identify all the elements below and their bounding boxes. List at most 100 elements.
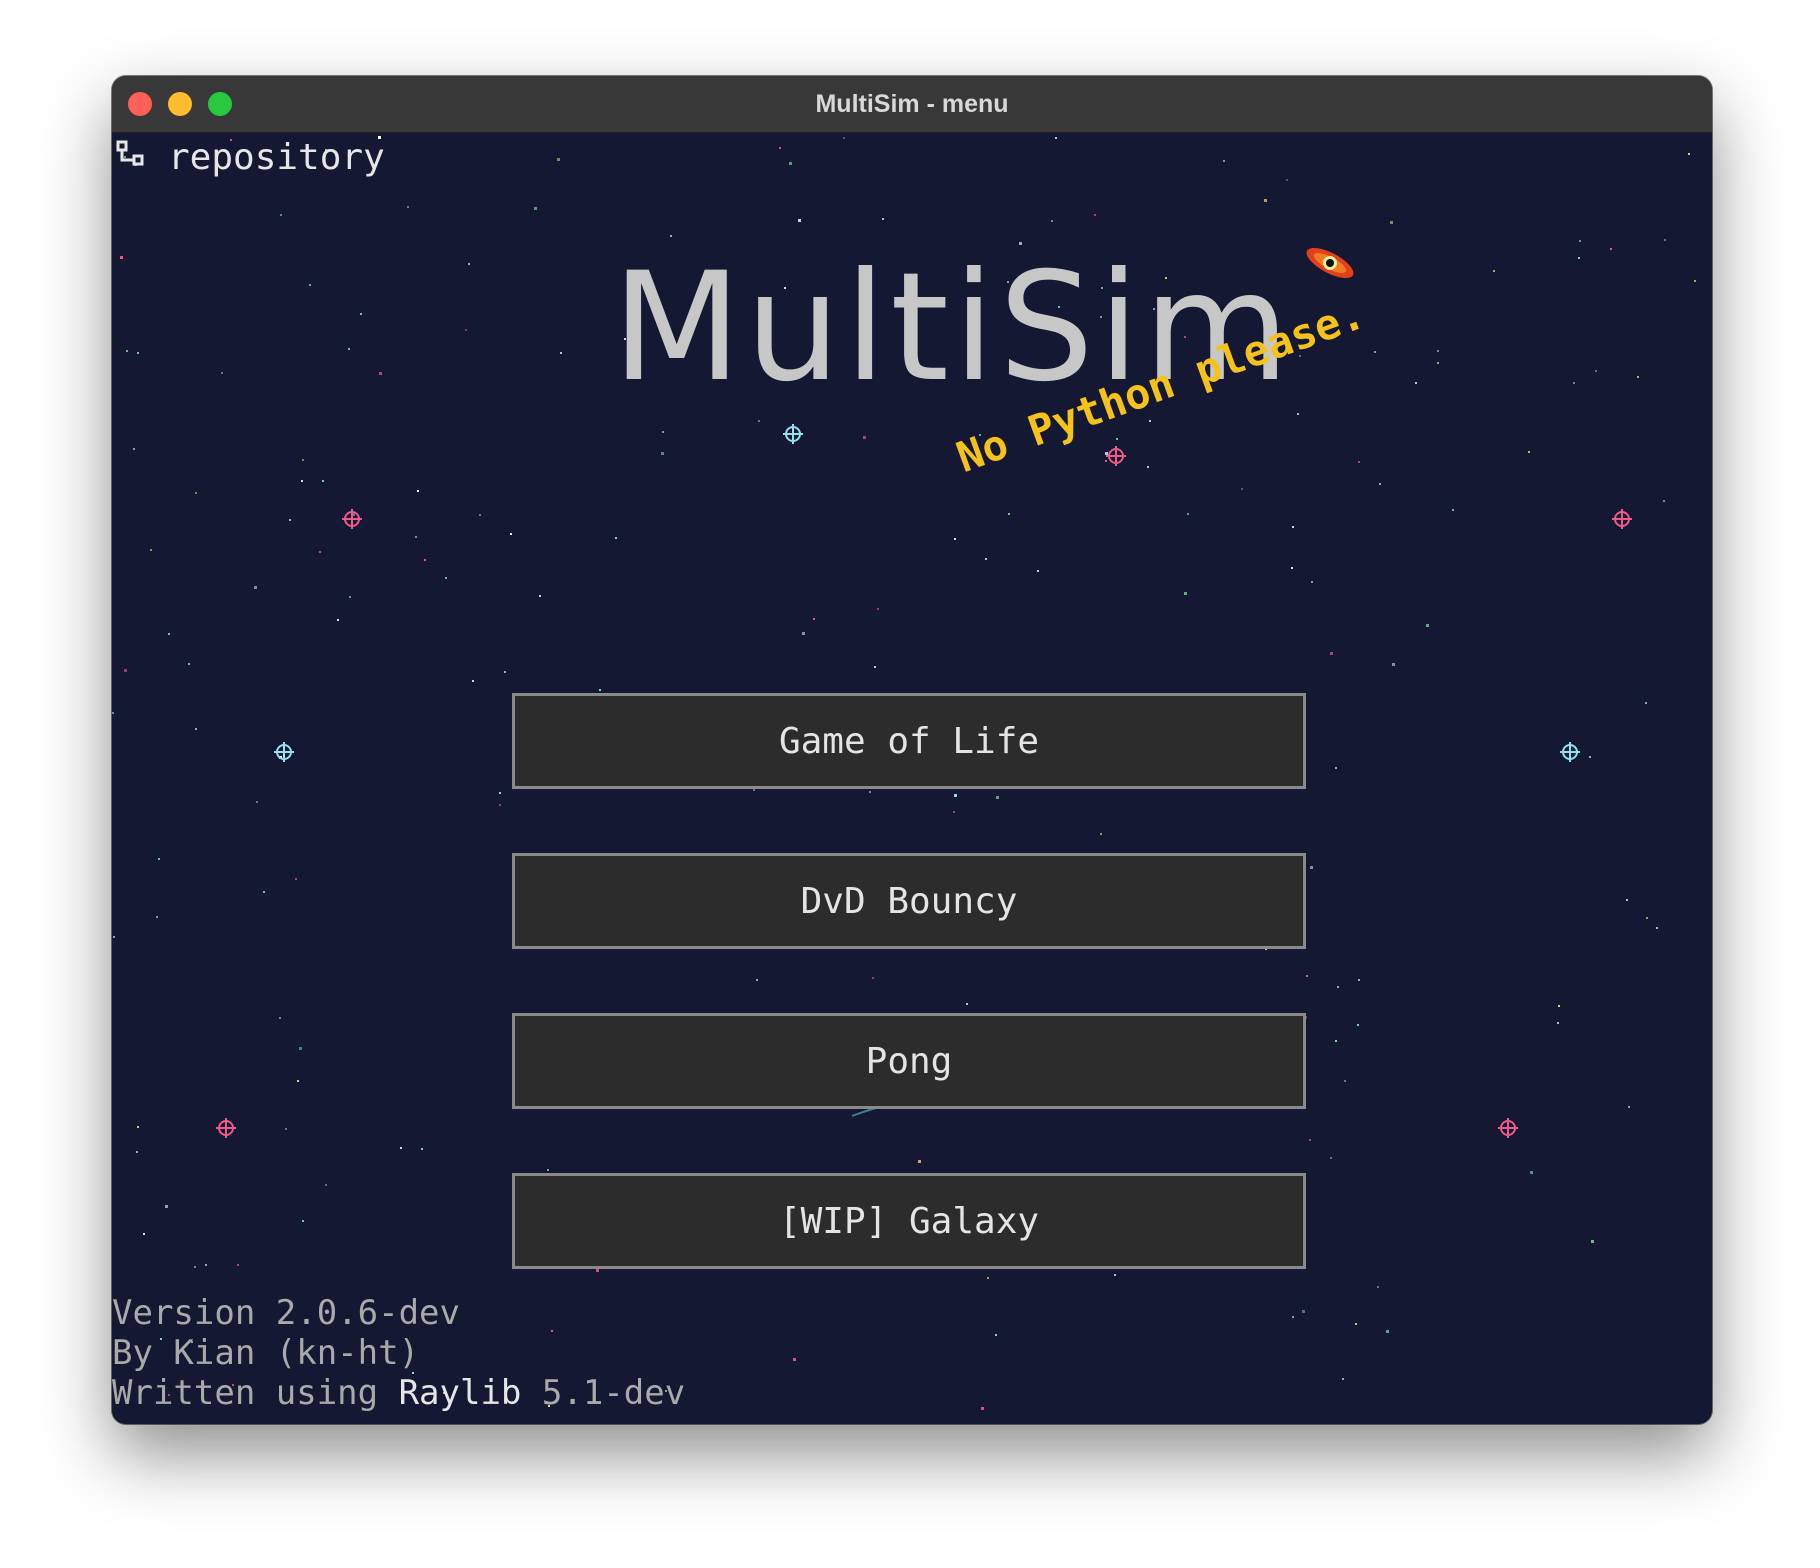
star xyxy=(510,533,512,535)
sparkle-star xyxy=(1106,446,1126,466)
star xyxy=(188,663,190,665)
star xyxy=(133,448,135,450)
star xyxy=(1558,1005,1560,1007)
star xyxy=(547,1169,549,1171)
star xyxy=(534,207,537,210)
star xyxy=(1342,1378,1344,1380)
star xyxy=(1008,513,1010,515)
star xyxy=(205,1264,207,1266)
star xyxy=(798,219,801,222)
written-using-line: Written using Raylib 5.1-dev xyxy=(112,1373,685,1413)
star xyxy=(499,804,501,806)
star xyxy=(1055,137,1057,139)
menu-canvas: repository MultiSim No Python please. Ga… xyxy=(112,133,1712,1424)
star xyxy=(1591,1240,1594,1243)
star xyxy=(756,979,758,981)
star xyxy=(1392,663,1395,666)
star xyxy=(996,796,999,799)
star xyxy=(1100,833,1102,835)
star xyxy=(165,1205,168,1208)
star xyxy=(1663,500,1665,502)
star xyxy=(1330,652,1333,655)
star xyxy=(1149,420,1151,422)
game-of-life-button[interactable]: Game of Life xyxy=(512,693,1306,789)
star xyxy=(349,596,351,598)
star xyxy=(1646,917,1648,919)
star xyxy=(195,728,197,730)
star xyxy=(360,313,362,315)
star xyxy=(194,1266,196,1268)
star xyxy=(221,372,223,374)
galaxy-button[interactable]: [WIP] Galaxy xyxy=(512,1173,1306,1269)
star xyxy=(302,1220,304,1222)
star xyxy=(150,549,152,551)
star xyxy=(156,916,158,918)
star xyxy=(302,459,304,461)
sparkle-star xyxy=(783,424,803,444)
star xyxy=(468,263,470,265)
star xyxy=(1051,220,1053,222)
version-text: Version 2.0.6-dev xyxy=(112,1293,460,1333)
star xyxy=(1426,624,1429,627)
star xyxy=(1579,240,1581,242)
star xyxy=(843,137,845,139)
sparkle-star xyxy=(274,742,294,762)
star xyxy=(254,586,257,589)
star xyxy=(1357,1024,1359,1026)
star xyxy=(560,352,562,354)
star xyxy=(874,666,876,668)
star xyxy=(1037,570,1039,572)
star xyxy=(661,452,664,455)
star xyxy=(789,162,792,165)
star xyxy=(1390,221,1393,224)
star xyxy=(670,235,672,237)
star xyxy=(987,1277,989,1279)
pong-button[interactable]: Pong xyxy=(512,1013,1306,1109)
written-using-text: Written using xyxy=(112,1373,399,1413)
star xyxy=(557,158,560,161)
star xyxy=(136,1151,138,1153)
star xyxy=(285,1128,287,1130)
star xyxy=(1610,248,1612,250)
star xyxy=(472,680,474,682)
star xyxy=(1302,1310,1305,1313)
star xyxy=(1105,460,1107,462)
star xyxy=(295,878,297,880)
title-bar: MultiSim - menu xyxy=(112,76,1712,133)
star xyxy=(499,792,501,794)
star xyxy=(237,1264,239,1266)
star xyxy=(1311,581,1313,583)
star xyxy=(1291,567,1293,569)
star xyxy=(1557,1022,1559,1024)
star xyxy=(1573,382,1575,384)
star xyxy=(279,1017,281,1019)
star xyxy=(1241,488,1243,490)
star xyxy=(918,1160,921,1163)
star xyxy=(143,1233,145,1235)
repository-link[interactable]: repository xyxy=(116,133,385,181)
star xyxy=(995,1334,997,1336)
star xyxy=(1645,702,1647,704)
star xyxy=(877,608,879,610)
star xyxy=(280,214,282,216)
star xyxy=(1415,382,1417,384)
star xyxy=(954,794,957,797)
star xyxy=(1595,370,1597,372)
star xyxy=(802,632,805,635)
star xyxy=(1344,1080,1346,1082)
dvd-bouncy-button[interactable]: DvD Bouncy xyxy=(512,853,1306,949)
star xyxy=(256,801,258,803)
sparkle-star xyxy=(1560,742,1580,762)
star xyxy=(1116,438,1118,440)
repository-label: repository xyxy=(168,136,385,178)
star xyxy=(615,537,617,539)
star xyxy=(1187,513,1189,515)
star xyxy=(1578,257,1580,259)
star xyxy=(1094,214,1096,216)
author-text: By Kian (kn-ht) xyxy=(112,1333,420,1373)
star xyxy=(445,577,447,579)
star xyxy=(263,891,265,893)
star xyxy=(1297,413,1299,415)
star xyxy=(1379,483,1381,485)
star xyxy=(113,936,115,938)
